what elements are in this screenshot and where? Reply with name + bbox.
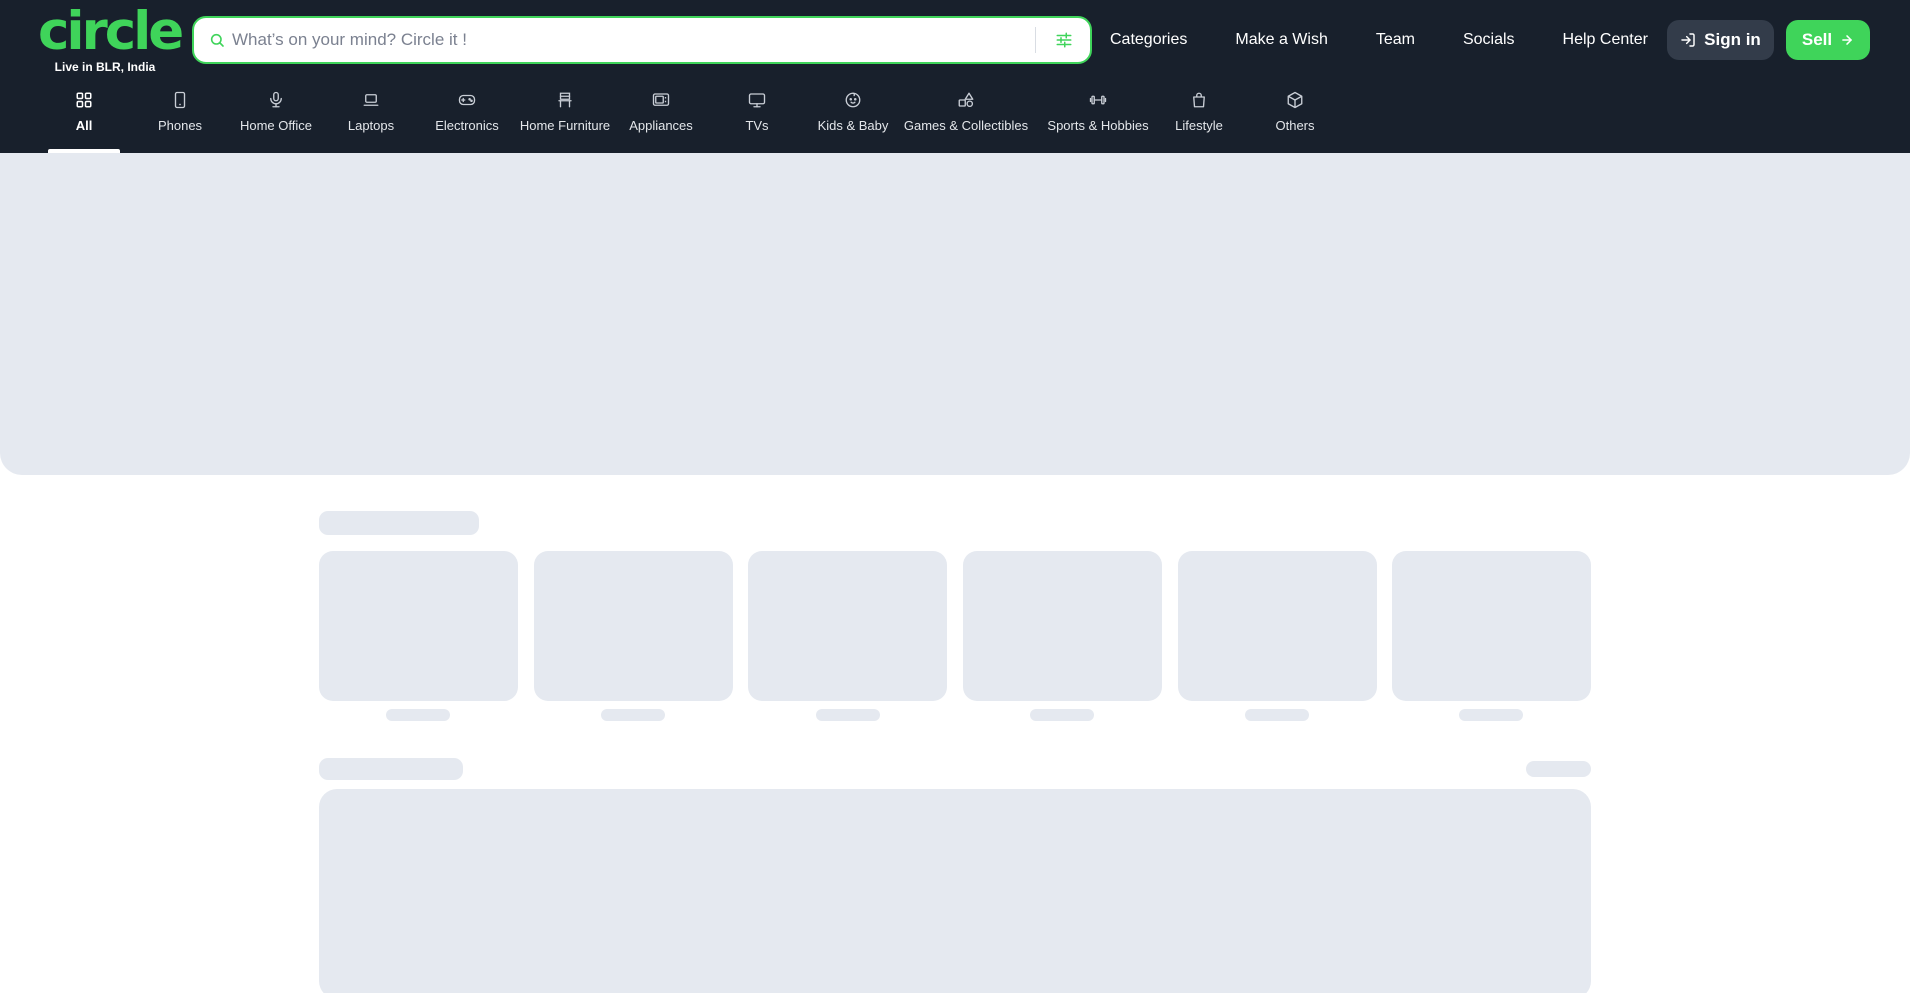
category-label: TVs xyxy=(745,118,769,133)
category-tab-sports-hobbies[interactable]: Sports & Hobbies xyxy=(1047,88,1149,153)
category-bar: All Phones Home Office Laptops Electroni… xyxy=(48,88,1331,153)
dumbbell-icon xyxy=(1088,88,1108,112)
card-caption-skeleton xyxy=(816,709,880,721)
tv-icon xyxy=(747,88,767,112)
page: circle Live in BLR, India Categories Mak… xyxy=(0,0,1920,993)
product-card-skeleton xyxy=(1178,551,1377,701)
hero-banner-skeleton xyxy=(0,153,1910,475)
arrow-right-icon xyxy=(1842,35,1852,45)
category-label: Sports & Hobbies xyxy=(1047,118,1149,133)
category-tab-tvs[interactable]: TVs xyxy=(721,88,793,153)
category-tab-appliances[interactable]: Appliances xyxy=(625,88,697,153)
sign-in-button[interactable]: Sign in xyxy=(1667,20,1774,60)
category-label: Home Furniture xyxy=(519,118,611,133)
nav-socials[interactable]: Socials xyxy=(1463,31,1515,49)
filter-sliders-icon[interactable] xyxy=(1046,22,1082,58)
product-card-skeleton xyxy=(534,551,733,701)
category-tab-home-office[interactable]: Home Office xyxy=(239,88,313,153)
category-label: All xyxy=(75,118,93,133)
search-bar xyxy=(192,16,1092,64)
category-tab-kids-baby[interactable]: Kids & Baby xyxy=(817,88,889,153)
phone-icon xyxy=(171,88,189,112)
category-label: Appliances xyxy=(629,118,693,133)
location-tagline: Live in BLR, India xyxy=(54,60,156,74)
nav-make-a-wish[interactable]: Make a Wish xyxy=(1235,31,1327,49)
shapes-icon xyxy=(956,88,976,112)
category-tab-phones[interactable]: Phones xyxy=(144,88,216,153)
category-label: Electronics xyxy=(435,118,499,133)
card-caption-skeleton xyxy=(1459,709,1523,721)
card-caption-skeleton xyxy=(601,709,665,721)
search-icon xyxy=(194,32,232,48)
sell-button[interactable]: Sell xyxy=(1786,20,1870,60)
product-card-skeleton xyxy=(1392,551,1591,701)
category-tab-laptops[interactable]: Laptops xyxy=(335,88,407,153)
category-tab-all[interactable]: All xyxy=(48,88,120,153)
card-caption-skeleton xyxy=(386,709,450,721)
laptop-icon xyxy=(362,88,380,112)
box-icon xyxy=(1286,88,1304,112)
grid-icon xyxy=(75,88,93,112)
category-label: Lifestyle xyxy=(1175,118,1223,133)
product-card-skeleton xyxy=(319,551,518,701)
card-caption-skeleton xyxy=(1245,709,1309,721)
section-title-skeleton xyxy=(319,758,463,780)
category-label: Home Office xyxy=(239,118,312,133)
nav-team[interactable]: Team xyxy=(1376,31,1415,49)
product-card-skeleton xyxy=(963,551,1162,701)
site-header: circle Live in BLR, India Categories Mak… xyxy=(0,0,1910,153)
category-tab-electronics[interactable]: Electronics xyxy=(431,88,503,153)
top-nav: Categories Make a Wish Team Socials Help… xyxy=(1110,20,1648,60)
microwave-icon xyxy=(651,88,671,112)
logo[interactable]: circle Live in BLR, India xyxy=(38,1,184,75)
search-input[interactable] xyxy=(232,30,1035,50)
chair-icon xyxy=(556,88,574,112)
section-title-skeleton xyxy=(319,511,479,535)
sell-label: Sell xyxy=(1801,30,1833,49)
category-label: Others xyxy=(1275,118,1315,133)
shopping-bag-icon xyxy=(1190,88,1208,112)
category-tab-others[interactable]: Others xyxy=(1259,88,1331,153)
nav-categories[interactable]: Categories xyxy=(1110,31,1187,49)
category-tab-games-collectibles[interactable]: Games & Collectibles xyxy=(903,88,1029,153)
featured-banner-skeleton xyxy=(319,789,1591,993)
sign-in-label: Sign in xyxy=(1704,30,1761,49)
category-label: Games & Collectibles xyxy=(903,118,1029,133)
gamepad-icon xyxy=(457,88,477,112)
microphone-icon xyxy=(267,88,285,112)
baby-icon xyxy=(844,88,862,112)
category-label: Laptops xyxy=(347,118,395,133)
category-tab-lifestyle[interactable]: Lifestyle xyxy=(1163,88,1235,153)
logo-wordmark: circle xyxy=(38,1,184,62)
login-arrow-icon xyxy=(1681,33,1695,47)
category-tab-home-furniture[interactable]: Home Furniture xyxy=(519,88,611,153)
category-label: Phones xyxy=(157,118,203,133)
search-divider xyxy=(1035,27,1036,53)
product-card-skeleton xyxy=(748,551,947,701)
nav-help-center[interactable]: Help Center xyxy=(1563,31,1648,49)
card-caption-skeleton xyxy=(1030,709,1094,721)
view-all-skeleton xyxy=(1526,761,1591,777)
category-label: Kids & Baby xyxy=(817,118,889,133)
